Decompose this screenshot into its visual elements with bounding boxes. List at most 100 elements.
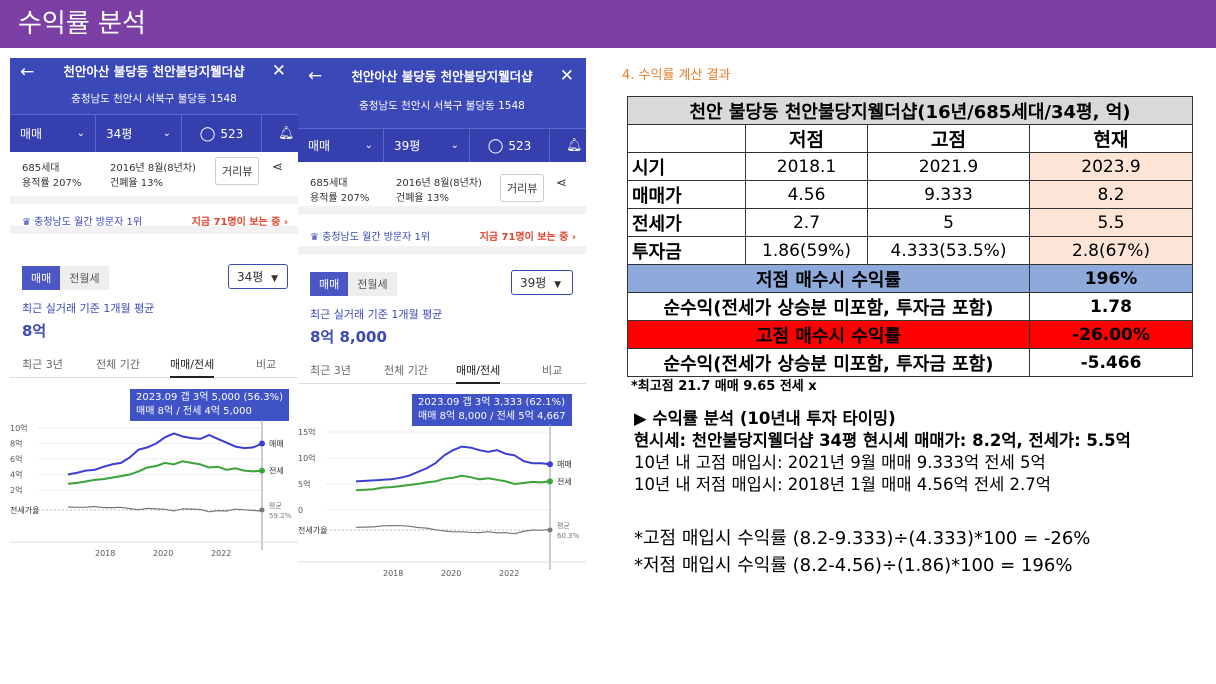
comments-button[interactable]: ◯ 523 — [470, 129, 550, 162]
size-select[interactable]: 39평 ▼ — [511, 270, 573, 295]
x-tick-label: 2020 — [153, 549, 173, 558]
tab-compare[interactable]: 비교 — [542, 362, 562, 378]
crown-icon: ♛ — [310, 232, 323, 243]
avg-price: 8억 8,000 — [310, 328, 387, 346]
trade-type-dropdown[interactable]: 매매 ⌄ — [298, 129, 384, 162]
avg-ratio-value: 60.3% — [557, 532, 580, 540]
table-header-row: 저점 고점 현재 — [627, 124, 1193, 153]
toggle-sale[interactable]: 매매 — [310, 272, 349, 296]
tab-recent-3y[interactable]: 최근 3년 — [310, 362, 351, 378]
viewers-now: 지금 71명이 보는 중 › — [479, 232, 576, 243]
high-point-line: 10년 내 고점 매입시: 2021년 9월 매매 9.333억 전세 5억 — [634, 453, 1046, 472]
low-formula: *저점 매입시 수익률 (8.2-4.56)÷(1.86)*100 = 196% — [634, 555, 1073, 576]
tab-sale-jeonse[interactable]: 매매/전세 — [456, 362, 501, 384]
table-row: 전세가 2.7 5 5.5 — [627, 208, 1193, 237]
size-dropdown[interactable]: 39평 ⌄ — [384, 129, 470, 162]
chevron-down-icon: ⌄ — [450, 140, 459, 151]
toggle-rent[interactable]: 전월세 — [348, 272, 397, 296]
share-icon[interactable]: ⋖ — [556, 176, 567, 191]
table-row: 시기 2018.1 2021.9 2023.9 — [627, 152, 1193, 181]
high-net-row: 순수익(전세가 상승분 미포함, 투자금 포함) -5.466 — [627, 348, 1193, 377]
avg-ratio-label: 평균 — [557, 521, 570, 530]
tab-recent-3y[interactable]: 최근 3년 — [22, 356, 63, 372]
tab-all-period[interactable]: 전체 기간 — [384, 362, 428, 378]
size-dropdown[interactable]: 34평 ⌄ — [96, 115, 182, 152]
table-row: 매매가 4.56 9.333 8.2 — [627, 180, 1193, 209]
tab-compare[interactable]: 비교 — [256, 356, 276, 372]
phone-screen-34: ← 천안아산 불당동 천안불당지웰더샵 ✕ 충청남도 천안시 서북구 불당동 1… — [10, 58, 298, 564]
table-footnote: *최고점 21.7 매매 9.65 전세 x — [631, 379, 817, 394]
high-return-row: 고점 매수시 수익률 -26.00% — [627, 320, 1193, 349]
complex-info: 685세대 용적률 207% 2016년 8월(8년차) 건폐율 13% 거리뷰… — [10, 152, 298, 204]
complex-address: 충청남도 천안시 서북구 불당동 1548 — [359, 100, 525, 112]
chevron-down-icon: ⌄ — [162, 128, 171, 139]
y-tick-label: 6억 — [10, 454, 22, 464]
legend-jeonse: 전세 — [269, 466, 284, 476]
share-icon[interactable]: ⋖ — [272, 160, 283, 175]
tab-all-period[interactable]: 전체 기간 — [96, 356, 140, 372]
ratio-line — [355, 524, 551, 535]
ratio-line — [67, 505, 263, 513]
jeonse-line — [67, 460, 263, 485]
price-chart: 15억 10억 5억 0 매매전세전세가율 평균 60.3% 2018 2020 2022 — [298, 424, 586, 578]
alarm-button[interactable]: 🔔︎ — [550, 129, 583, 162]
y-tick-label: 2억 — [10, 485, 22, 495]
toggle-rent[interactable]: 전월세 — [60, 266, 109, 290]
sale-end-dot — [547, 461, 553, 468]
price-chart: 10억 8억 6억 4억 2억 매매전세전세가율 평균 59.2% 2018 2020 2022 — [10, 420, 298, 558]
tab-sale-jeonse[interactable]: 매매/전세 — [170, 356, 215, 378]
trade-toggle: 매매 전월세 — [310, 272, 397, 296]
bullet-title: ▶ 수익률 분석 (10년내 투자 타이밍) — [634, 409, 896, 428]
coverage-text: 건폐율 13% — [110, 178, 164, 189]
x-tick-label: 2020 — [441, 569, 461, 578]
high-formula: *고점 매입시 수익률 (8.2-9.333)÷(4.333)*100 = -2… — [634, 528, 1091, 549]
y-tick-label: 10억 — [298, 453, 316, 463]
toggle-sale[interactable]: 매매 — [22, 266, 61, 290]
table-title: 천안 불당동 천안불당지웰더샵(16년/685세대/34평, 억) — [627, 96, 1193, 125]
x-tick-label: 2022 — [211, 549, 231, 558]
y-tick-label: 0 — [298, 506, 303, 515]
complex-info: 685세대 용적률 207% 2016년 8월(8년차) 건폐율 13% 거리뷰… — [298, 162, 586, 214]
y-tick-label: 8억 — [10, 439, 22, 449]
x-tick-label: 2022 — [499, 569, 519, 578]
street-view-button[interactable]: 거리뷰 — [215, 157, 260, 185]
ratio-label: 전세가율 — [298, 525, 327, 535]
visitor-banner[interactable]: ♛ 충청남도 월간 방문자 1위 지금 71명이 보는 중 › — [10, 204, 298, 234]
complex-address: 충청남도 천안시 서북구 불당동 1548 — [71, 93, 237, 105]
y-tick-label: 15억 — [298, 427, 316, 437]
close-icon[interactable]: ✕ — [560, 66, 574, 86]
complex-name: 천안아산 불당동 천안불당지웰더샵 — [63, 64, 245, 79]
section-title: 4. 수익률 계산 결과 — [622, 68, 731, 83]
ratio-text: 용적률 207% — [22, 178, 82, 189]
size-select[interactable]: 34평 ▼ — [228, 264, 288, 289]
built-text: 2016년 8월(8년차) — [110, 163, 196, 174]
caret-down-icon: ▼ — [271, 274, 279, 284]
low-net-row: 순수익(전세가 상승분 미포함, 투자금 포함) 1.78 — [627, 292, 1193, 321]
app-header: ← 천안아산 불당동 천안불당지웰더샵 ✕ 충청남도 천안시 서북구 불당동 1… — [10, 58, 298, 114]
comments-button[interactable]: ◯ 523 — [182, 115, 262, 152]
close-icon[interactable]: ✕ — [272, 61, 286, 81]
alarm-button[interactable]: 🔔︎ — [262, 115, 295, 152]
analysis-text: ▶ 수익률 분석 (10년내 투자 타이밍) 현시세: 천안불당지웰더샵 34평… — [634, 408, 1131, 496]
table-row: 투자금 1.86(59%) 4.333(53.5%) 2.8(67%) — [627, 236, 1193, 265]
chevron-down-icon: ⌄ — [364, 140, 373, 151]
street-view-button[interactable]: 거리뷰 — [500, 174, 545, 202]
period-tabs: 최근 3년 전체 기간 매매/전세 비교 — [298, 356, 586, 384]
ratio-end-dot — [259, 507, 265, 513]
current-price-line: 현시세: 천안불당지웰더샵 34평 현시세 매매가: 8.2억, 전세가: 5.… — [634, 431, 1131, 450]
result-table: 천안 불당동 천안불당지웰더샵(16년/685세대/34평, 억) 저점 고점 … — [627, 96, 1193, 377]
avg-ratio-label: 평균 — [269, 501, 282, 510]
phone-screen-39: ← 천안아산 불당동 천안불당지웰더샵 ✕ 충청남도 천안시 서북구 불당동 1… — [298, 58, 586, 584]
ratio-text: 용적률 207% — [310, 193, 370, 204]
visitor-banner[interactable]: ♛ 충청남도 월간 방문자 1위 지금 71명이 보는 중 › — [298, 214, 586, 254]
legend-jeonse: 전세 — [557, 476, 572, 486]
low-return-row: 저점 매수시 수익률 196% — [627, 264, 1193, 293]
crown-icon: ♛ — [22, 217, 35, 228]
caret-down-icon: ▼ — [554, 280, 562, 290]
x-tick-label: 2018 — [95, 549, 115, 558]
complex-name: 천안아산 불당동 천안불당지웰더샵 — [351, 69, 533, 84]
ratio-label: 전세가율 — [10, 505, 39, 515]
ratio-end-dot — [547, 527, 553, 533]
trade-type-dropdown[interactable]: 매매 ⌄ — [10, 115, 96, 152]
viewers-now: 지금 71명이 보는 중 › — [191, 217, 288, 228]
